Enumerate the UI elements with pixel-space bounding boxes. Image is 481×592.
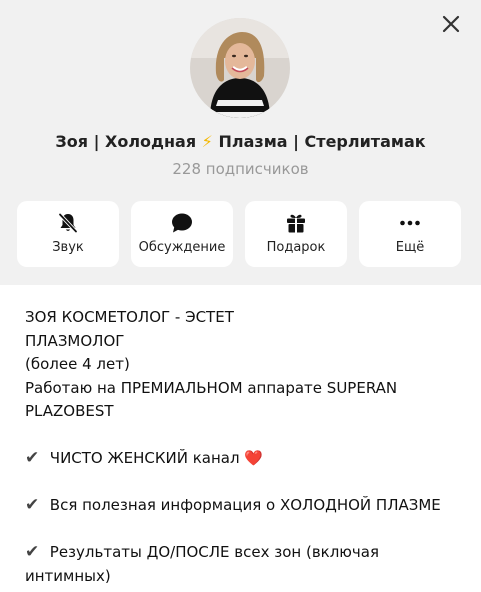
description-line: PLAZOBEST [25, 402, 114, 420]
title-part2: Плазма | Стерлитамак [218, 132, 426, 151]
description-line: Работаю на ПРЕМИАЛЬНОМ аппарате SUPERAN [25, 378, 398, 397]
heart-icon: ❤️ [244, 449, 264, 467]
close-button[interactable] [437, 10, 465, 38]
bullet-women-only: ✔ ЧИСТО ЖЕНСКИЙ канал ❤️ [25, 447, 465, 471]
bullet-results-continued: интимных) [25, 566, 111, 585]
bullet-text: Результаты ДО/ПОСЛЕ всех зон (включая [49, 543, 380, 561]
subscriber-count: 228 подписчиков [172, 160, 309, 178]
checkmark-icon: ✔ [25, 495, 40, 515]
mute-button[interactable]: Звук [17, 201, 119, 267]
discussion-button[interactable]: Обсуждение [131, 201, 233, 267]
channel-header: Зоя | Холодная ⚡ Плазма | Стерлитамак 22… [0, 0, 481, 285]
description-line: ЗОЯ КОСМЕТОЛОГ - ЭСТЕТ [25, 308, 234, 326]
description-line: ПЛАЗМОЛОГ [25, 331, 125, 350]
bullet-text: ЧИСТО ЖЕНСКИЙ канал [49, 449, 240, 467]
title-part1: Зоя | Холодная [55, 132, 197, 151]
description-line: (более 4 лет) [25, 355, 130, 373]
action-bar: Звук Обсуждение Подарок Ещё [17, 201, 463, 267]
channel-description: ЗОЯ КОСМЕТОЛОГ - ЭСТЕТ ПЛАЗМОЛОГ (более … [25, 306, 465, 588]
more-label: Ещё [395, 240, 425, 255]
channel-avatar[interactable] [190, 18, 290, 118]
bell-off-icon [55, 210, 81, 236]
bullet-text: Вся полезная информация о ХОЛОДНОЙ ПЛАЗМ… [49, 496, 441, 514]
checkmark-icon: ✔ [25, 542, 40, 562]
chat-bubble-icon [169, 210, 195, 236]
more-dots-icon [397, 210, 423, 236]
close-icon [442, 15, 460, 33]
channel-title: Зоя | Холодная ⚡ Плазма | Стерлитамак [0, 132, 481, 151]
gift-button[interactable]: Подарок [245, 201, 347, 267]
lightning-emoji: ⚡ [201, 132, 213, 151]
bullet-results: ✔ Результаты ДО/ПОСЛЕ всех зон (включая [25, 541, 465, 565]
gift-label: Подарок [266, 240, 326, 255]
mute-label: Звук [52, 240, 84, 255]
checkmark-icon: ✔ [25, 448, 40, 468]
gift-icon [283, 210, 309, 236]
discussion-label: Обсуждение [138, 240, 226, 255]
more-button[interactable]: Ещё [359, 201, 461, 267]
bullet-plasma-info: ✔ Вся полезная информация о ХОЛОДНОЙ ПЛА… [25, 494, 465, 518]
